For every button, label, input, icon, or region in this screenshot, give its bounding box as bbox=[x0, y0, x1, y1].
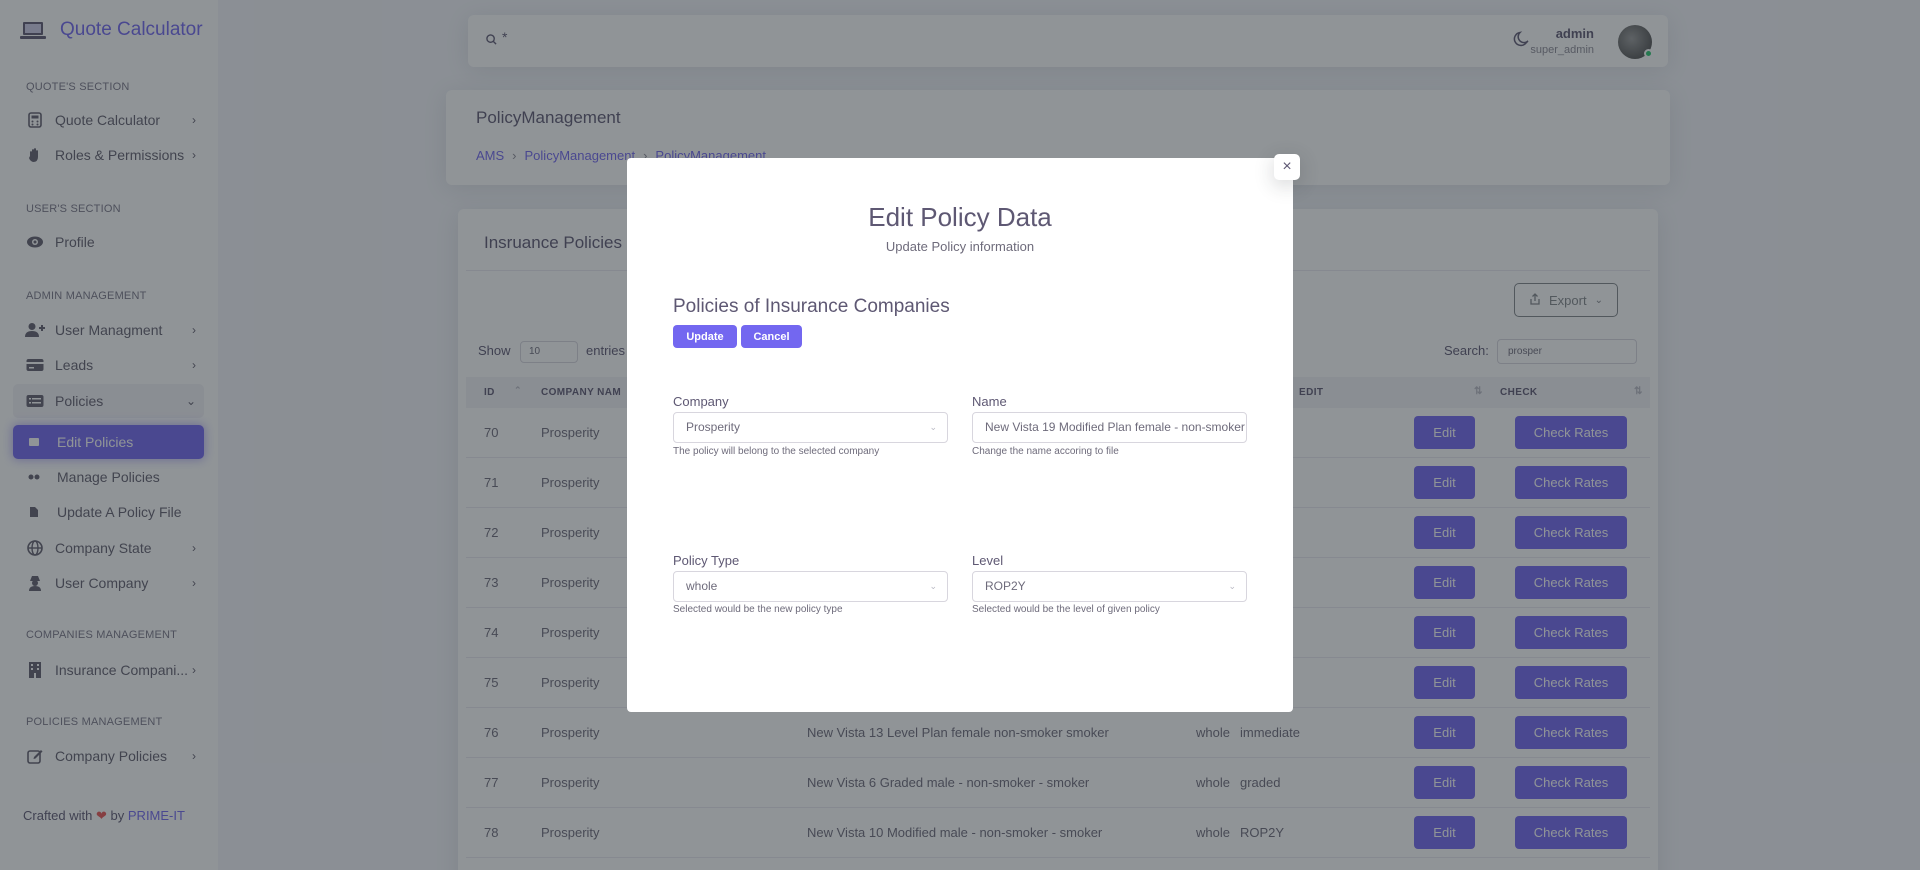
chevron-down-icon: ⌄ bbox=[929, 422, 937, 432]
chevron-down-icon: ⌄ bbox=[929, 581, 937, 591]
edit-policy-modal: Edit Policy Data Update Policy informati… bbox=[627, 158, 1293, 712]
level-help: Selected would be the level of given pol… bbox=[972, 604, 1160, 615]
name-help: Change the name accoring to file bbox=[972, 446, 1119, 457]
level-select[interactable]: ROP2Y ⌄ bbox=[972, 571, 1247, 602]
company-label: Company bbox=[673, 394, 729, 409]
update-button[interactable]: Update bbox=[673, 325, 737, 348]
policy-type-select[interactable]: whole ⌄ bbox=[673, 571, 948, 602]
level-value: ROP2Y bbox=[985, 579, 1026, 593]
company-help: The policy will belong to the selected c… bbox=[673, 446, 880, 457]
cancel-button[interactable]: Cancel bbox=[741, 325, 802, 348]
level-label: Level bbox=[972, 553, 1004, 568]
policy-type-help: Selected would be the new policy type bbox=[673, 604, 843, 615]
policy-type-label: Policy Type bbox=[673, 553, 740, 568]
chevron-down-icon: ⌄ bbox=[1228, 581, 1236, 591]
close-icon[interactable]: × bbox=[1274, 154, 1300, 180]
name-label: Name bbox=[972, 394, 1007, 409]
company-value: Prosperity bbox=[686, 420, 741, 434]
policy-type-value: whole bbox=[686, 579, 718, 593]
form-heading: Policies of Insurance Companies bbox=[673, 296, 950, 317]
modal-title: Edit Policy Data bbox=[868, 202, 1052, 232]
name-input[interactable]: New Vista 19 Modified Plan female - non-… bbox=[972, 412, 1247, 443]
modal-subtitle: Update Policy information bbox=[885, 239, 1035, 254]
company-select[interactable]: Prosperity ⌄ bbox=[673, 412, 948, 443]
